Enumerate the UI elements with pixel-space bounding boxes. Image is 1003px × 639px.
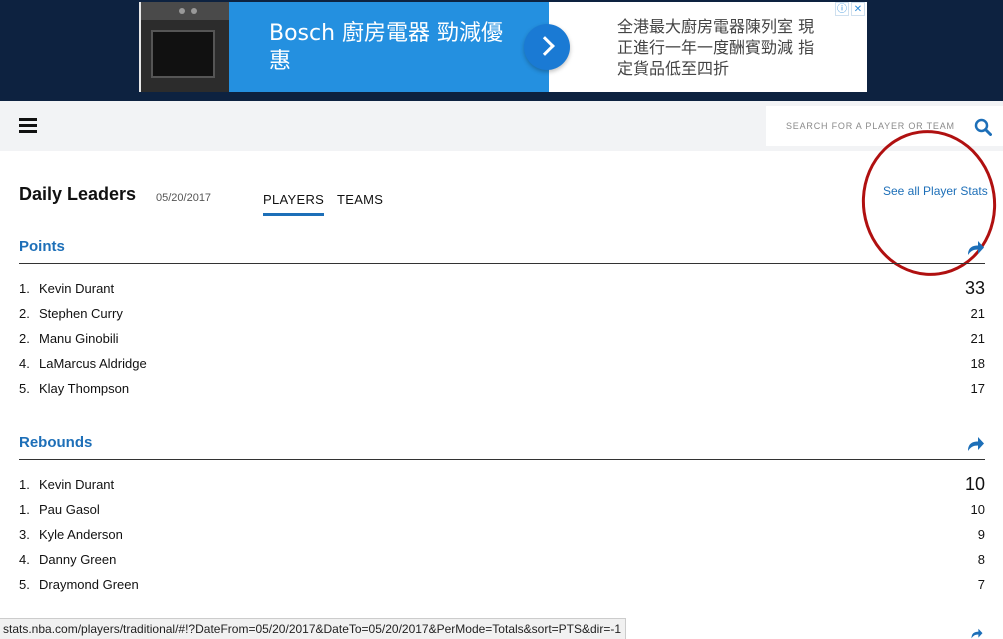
leader-rank: 2. [19, 306, 30, 321]
stat-value: 9 [977, 527, 985, 542]
section-title-points[interactable]: Points [19, 238, 65, 255]
stat-value: 7 [977, 577, 985, 592]
menu-icon[interactable] [19, 118, 37, 134]
player-name[interactable]: LaMarcus Aldridge [39, 356, 147, 371]
ad-close-icon[interactable]: ✕ [851, 2, 865, 16]
search-icon[interactable] [974, 118, 992, 136]
leader-row[interactable]: 1. Kevin Durant 10 [19, 474, 985, 495]
leader-rank: 1. [19, 502, 30, 517]
leader-row[interactable]: 2. Manu Ginobili 21 [19, 329, 985, 349]
leader-rank: 1. [19, 281, 30, 296]
stat-value: 10 [970, 502, 985, 517]
search-input[interactable] [786, 116, 956, 136]
leader-rank: 1. [19, 477, 30, 492]
tab-players[interactable]: PLAYERS [263, 192, 325, 216]
ad-headline-panel[interactable]: Bosch 廚房電器 勁減優惠 [229, 2, 549, 92]
section-title-rebounds[interactable]: Rebounds [19, 434, 92, 451]
player-name[interactable]: Kevin Durant [39, 477, 114, 492]
leader-rank: 3. [19, 527, 30, 542]
player-name[interactable]: Manu Ginobili [39, 331, 119, 346]
stat-value: 21 [970, 306, 985, 321]
section-divider [19, 459, 985, 460]
ad-choices[interactable]: ⓘ ✕ [835, 2, 865, 17]
leader-rank: 4. [19, 356, 30, 371]
stat-value: 21 [970, 331, 985, 346]
leader-rank: 2. [19, 331, 30, 346]
player-name[interactable]: Pau Gasol [39, 502, 100, 517]
share-icon[interactable] [969, 628, 985, 639]
leader-row[interactable]: 2. Stephen Curry 21 [19, 304, 985, 324]
ad-headline[interactable]: Bosch 廚房電器 勁減優惠 [269, 20, 509, 76]
browser-status-bar: stats.nba.com/players/traditional/#!?Dat… [0, 618, 627, 639]
player-name[interactable]: Klay Thompson [39, 381, 129, 396]
stat-value: 8 [977, 552, 985, 567]
player-name[interactable]: Draymond Green [39, 577, 139, 592]
ad-body-text[interactable]: 全港最大廚房電器陳列室 現正進行一年一度酬賓勁減 指定貨品低至四折 [617, 16, 827, 79]
search-box[interactable] [766, 106, 1003, 146]
tab-teams[interactable]: TEAMS [337, 192, 383, 207]
ad-banner-area: Bosch 廚房電器 勁減優惠 全港最大廚房電器陳列室 現正進行一年一度酬賓勁減… [0, 0, 1003, 101]
leader-rank: 5. [19, 577, 30, 592]
player-name[interactable]: Kyle Anderson [39, 527, 123, 542]
share-icon[interactable] [967, 240, 985, 256]
player-name[interactable]: Kevin Durant [39, 281, 114, 296]
stat-value: 17 [970, 381, 985, 396]
leader-row[interactable]: 1. Kevin Durant 33 [19, 278, 985, 299]
share-icon[interactable] [967, 436, 985, 452]
stat-value: 33 [964, 278, 985, 298]
leaders-date: 05/20/2017 [156, 192, 212, 204]
leader-row[interactable]: 5. Klay Thompson 17 [19, 379, 985, 399]
stat-value: 10 [964, 474, 985, 494]
leader-rank: 4. [19, 552, 30, 567]
leader-row[interactable]: 4. LaMarcus Aldridge 18 [19, 354, 985, 374]
player-name[interactable]: Stephen Curry [39, 306, 123, 321]
stat-value: 18 [970, 356, 985, 371]
leader-row[interactable]: 3. Kyle Anderson 9 [19, 525, 985, 545]
leader-row[interactable]: 4. Danny Green 8 [19, 550, 985, 570]
leader-row[interactable]: 5. Draymond Green 7 [19, 575, 985, 595]
ad-arrow-button[interactable] [524, 24, 570, 70]
oven-image[interactable] [139, 2, 229, 92]
leader-rank: 5. [19, 381, 30, 396]
section-divider [19, 263, 985, 264]
see-all-player-stats-link[interactable]: See all Player Stats [883, 184, 988, 198]
player-name[interactable]: Danny Green [39, 552, 116, 567]
leader-row[interactable]: 1. Pau Gasol 10 [19, 500, 985, 520]
page-title: Daily Leaders [19, 184, 137, 204]
ad-info-icon[interactable]: ⓘ [835, 2, 849, 16]
advertisement[interactable]: Bosch 廚房電器 勁減優惠 全港最大廚房電器陳列室 現正進行一年一度酬賓勁減… [139, 2, 867, 92]
